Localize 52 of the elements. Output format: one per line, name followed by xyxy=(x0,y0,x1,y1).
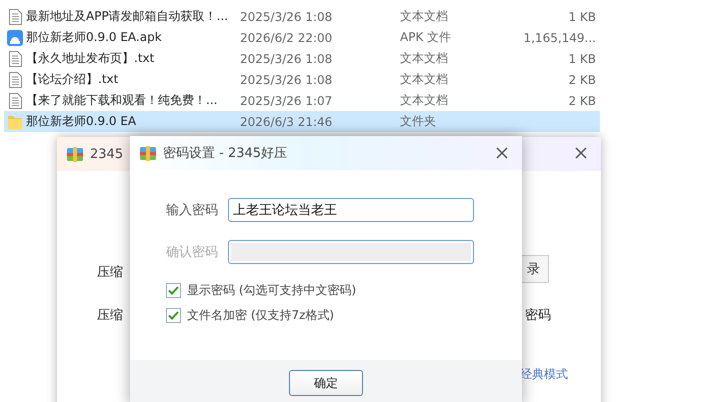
file-size: 1 KB xyxy=(568,52,596,66)
file-row[interactable]: 最新地址及APP请发邮箱自动获取！... 2025/3/26 1:08 文本文档 1 KB xyxy=(4,6,600,27)
document-icon xyxy=(8,72,22,88)
option-label: 显示密码 (勾选可支持中文密码) xyxy=(187,282,356,299)
password-label: 密码 xyxy=(525,307,551,324)
file-row[interactable]: 【论坛介绍】.txt 2025/3/26 1:08 文本文档 2 KB xyxy=(4,69,600,90)
file-type: 文本文档 xyxy=(400,8,449,25)
field-label: 确认密码 xyxy=(166,244,219,261)
file-type: 文本文档 xyxy=(400,50,449,67)
file-size: 2 KB xyxy=(568,94,596,108)
folder-icon xyxy=(7,114,23,130)
document-icon xyxy=(8,8,22,24)
file-row[interactable]: 那位新老师0.9.0 EA.apk 2026/6/2 22:00 APK 文件 1,165,149... xyxy=(4,27,600,48)
file-type: 文件夹 xyxy=(400,113,437,130)
android-app-icon xyxy=(7,30,23,46)
file-row[interactable]: 那位新老师0.9.0 EA 2026/6/3 21:46 文件夹 xyxy=(4,111,600,132)
modified-date: 2025/3/26 1:08 xyxy=(240,10,334,24)
file-name: 那位新老师0.9.0 EA xyxy=(26,113,138,130)
file-name: 那位新老师0.9.0 EA.apk xyxy=(26,29,163,46)
dialog-title: 密码设置 - 2345好压 xyxy=(163,145,288,162)
file-name: 【永久地址发布页】.txt xyxy=(26,50,156,67)
close-icon[interactable] xyxy=(496,147,508,159)
modified-date: 2025/3/26 1:08 xyxy=(240,52,334,66)
window-title: 2345 xyxy=(90,146,124,162)
file-name: 【来了就能下载和观看！纯免费！... xyxy=(26,92,218,109)
file-row[interactable]: 【来了就能下载和观看！纯免费！... 2025/3/26 1:07 文本文档 2 KB xyxy=(4,90,600,111)
file-type: 文本文档 xyxy=(400,71,449,88)
file-type: 文本文档 xyxy=(400,92,449,109)
compress-label: 压缩 xyxy=(97,264,123,281)
field-label: 输入密码 xyxy=(166,202,219,219)
modified-date: 2026/6/2 22:00 xyxy=(240,30,334,44)
file-name: 最新地址及APP请发邮箱自动获取！... xyxy=(26,8,230,25)
document-icon xyxy=(8,92,22,108)
document-icon xyxy=(8,50,22,66)
close-icon[interactable] xyxy=(575,147,587,159)
file-size: 2 KB xyxy=(568,72,596,86)
checkbox[interactable] xyxy=(166,283,181,298)
modified-date: 2025/3/26 1:08 xyxy=(240,72,334,86)
option-label: 文件名加密 (仅支持7z格式) xyxy=(187,307,334,324)
compress-label: 压缩 xyxy=(97,307,123,324)
file-size: 1 KB xyxy=(568,10,596,24)
archive-icon xyxy=(66,146,84,162)
modified-date: 2026/6/3 21:46 xyxy=(240,114,334,128)
archive-icon xyxy=(139,145,157,161)
file-size: 1,165,149... xyxy=(523,30,596,44)
modified-date: 2025/3/26 1:07 xyxy=(240,94,334,108)
file-row[interactable]: 【永久地址发布页】.txt 2025/3/26 1:08 文本文档 1 KB xyxy=(4,48,600,69)
file-type: APK 文件 xyxy=(400,29,452,46)
checkbox[interactable] xyxy=(166,308,181,323)
password-field[interactable]: 上老王论坛当老王 xyxy=(228,198,474,222)
file-name: 【论坛介绍】.txt xyxy=(26,71,120,88)
ok-button[interactable]: 确定 xyxy=(289,370,363,396)
